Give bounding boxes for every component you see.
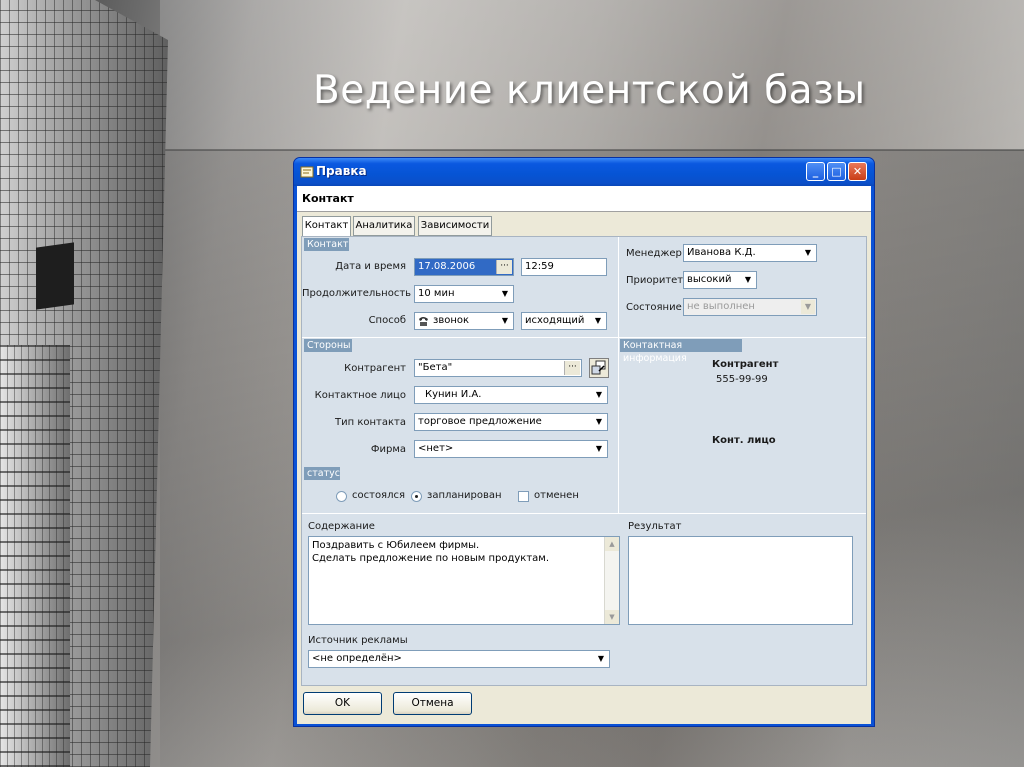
chevron-down-icon: ▼ [801, 300, 815, 314]
datetime-label: Дата и время [335, 261, 406, 272]
chevron-down-icon: ▼ [498, 287, 512, 301]
ad-source-label: Источник рекламы [308, 635, 408, 646]
info-counterparty-phone: 555-99-99 [716, 374, 768, 385]
building-curve-image [0, 345, 70, 767]
maximize-button[interactable]: □ [827, 162, 846, 181]
horizontal-separator [302, 513, 866, 514]
contact-type-value: торговое предложение [418, 416, 542, 427]
counterparty-label: Контрагент [344, 363, 406, 374]
manager-select[interactable]: Иванова К.Д. ▼ [683, 244, 817, 262]
direction-select[interactable]: исходящий ▼ [521, 312, 607, 330]
group-parties-title: Стороны [304, 339, 352, 352]
method-label: Способ [368, 315, 406, 326]
tab-contact[interactable]: Контакт [302, 216, 351, 237]
chevron-down-icon: ▼ [592, 442, 606, 456]
ok-button[interactable]: OK [303, 692, 382, 715]
window-icon [300, 166, 314, 178]
duration-label: Продолжительность [302, 288, 412, 299]
priority-label: Приоритет [626, 275, 684, 286]
scroll-down-icon[interactable]: ▼ [605, 610, 619, 624]
state-select[interactable]: не выполнен ▼ [683, 298, 817, 316]
date-field[interactable]: 17.08.2006 ··· [414, 258, 514, 276]
state-value: не выполнен [687, 301, 755, 312]
chevron-down-icon: ▼ [592, 388, 606, 402]
status-planned-radio[interactable] [411, 491, 422, 502]
firm-value: <нет> [418, 443, 454, 454]
dialog-client-area: Контакт Контакт Аналитика Зависимости Ко… [297, 186, 871, 724]
info-counterparty-heading: Контрагент [712, 359, 779, 370]
time-field[interactable]: 12:59 [521, 258, 607, 276]
slide-title: Ведение клиентской базы [313, 68, 866, 113]
window-title: Правка [316, 164, 367, 178]
tab-analytics[interactable]: Аналитика [353, 216, 415, 236]
manager-label: Менеджер [626, 248, 682, 259]
edit-dialog: Правка _ □ ✕ Контакт Контакт Аналитика З… [293, 157, 875, 727]
building-window-dark [36, 242, 74, 310]
scroll-up-icon[interactable]: ▲ [605, 537, 619, 551]
phone-icon [419, 317, 428, 326]
status-done-label: состоялся [352, 490, 405, 501]
date-value: 17.08.2006 [418, 261, 476, 272]
title-bar[interactable]: Правка _ □ ✕ [294, 158, 874, 186]
contact-type-select[interactable]: торговое предложение ▼ [414, 413, 608, 431]
contact-type-label: Тип контакта [335, 417, 406, 428]
group-contact-info-title: Контактная информация [620, 339, 742, 364]
content-scrollbar[interactable]: ▲ ▼ [604, 537, 619, 624]
status-planned-label: запланирован [427, 490, 502, 501]
manager-value: Иванова К.Д. [687, 247, 756, 258]
counterparty-browse-button[interactable]: ··· [564, 361, 580, 375]
priority-value: высокий [687, 274, 732, 285]
direction-value: исходящий [525, 315, 585, 326]
ad-source-select[interactable]: <не определён> ▼ [308, 650, 610, 668]
minimize-button[interactable]: _ [806, 162, 825, 181]
chevron-down-icon: ▼ [498, 314, 512, 328]
content-label: Содержание [308, 521, 375, 532]
background-divider [150, 149, 1024, 151]
tab-pane: Контакт Дата и время 17.08.2006 ··· 12:5… [301, 236, 867, 686]
open-card-button[interactable] [589, 358, 609, 378]
state-label: Состояние [626, 302, 682, 313]
contact-person-label: Контактное лицо [314, 390, 406, 401]
header-bar: Контакт [297, 186, 871, 212]
header-title: Контакт [302, 192, 354, 205]
group-status-title: статус [304, 467, 340, 480]
status-done-radio[interactable] [336, 491, 347, 502]
cancelled-label: отменен [534, 490, 579, 501]
close-button[interactable]: ✕ [848, 162, 867, 181]
result-label: Результат [628, 521, 682, 532]
tab-dependencies[interactable]: Зависимости [418, 216, 492, 236]
content-line-1: Поздравить с Юбилеем фирмы. [312, 540, 480, 551]
method-value: звонок [433, 315, 470, 326]
counterparty-value: "Бета" [418, 362, 453, 373]
group-contact-title: Контакт [304, 238, 349, 251]
firm-label: Фирма [370, 444, 406, 455]
chevron-down-icon: ▼ [741, 273, 755, 287]
duration-value: 10 мин [418, 288, 455, 299]
chevron-down-icon: ▼ [591, 314, 605, 328]
horizontal-separator [302, 337, 866, 338]
duration-select[interactable]: 10 мин ▼ [414, 285, 514, 303]
contact-person-value: Кунин И.А. [425, 389, 482, 400]
date-picker-button[interactable]: ··· [496, 260, 512, 274]
content-line-2: Сделать предложение по новым продуктам. [312, 553, 550, 564]
cancel-button[interactable]: Отмена [393, 692, 472, 715]
result-textarea[interactable] [628, 536, 853, 625]
cancelled-checkbox[interactable] [518, 491, 529, 502]
chevron-down-icon: ▼ [594, 652, 608, 666]
chevron-down-icon: ▼ [592, 415, 606, 429]
priority-select[interactable]: высокий ▼ [683, 271, 757, 289]
counterparty-field[interactable]: "Бета" ··· [414, 359, 582, 377]
firm-select[interactable]: <нет> ▼ [414, 440, 608, 458]
open-card-icon [591, 360, 606, 375]
chevron-down-icon: ▼ [801, 246, 815, 260]
contact-person-select[interactable]: Кунин И.А. ▼ [414, 386, 608, 404]
method-select[interactable]: звонок ▼ [414, 312, 514, 330]
info-contact-person-heading: Конт. лицо [712, 435, 776, 446]
ad-source-value: <не определён> [312, 653, 402, 664]
vertical-separator [618, 237, 619, 513]
content-textarea[interactable]: Поздравить с Юбилеем фирмы. Сделать пред… [308, 536, 620, 625]
